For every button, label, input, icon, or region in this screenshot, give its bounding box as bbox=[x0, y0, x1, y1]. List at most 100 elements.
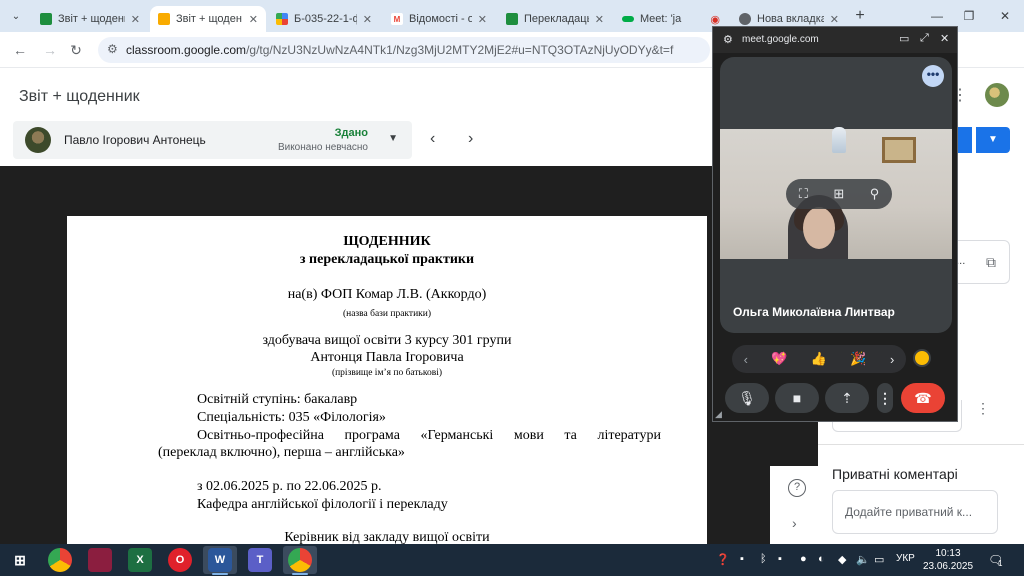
tab-search-button[interactable]: ⌄ bbox=[6, 6, 26, 26]
doc-subheading: з перекладацької практики bbox=[299, 252, 475, 267]
battery-icon[interactable]: ▭ bbox=[874, 553, 884, 566]
close-icon[interactable]: ✕ bbox=[131, 13, 140, 26]
chrome-icon[interactable] bbox=[288, 548, 312, 572]
clock-date: 23.06.2025 bbox=[922, 561, 974, 572]
browser-tab-active[interactable]: Звіт + щоден ✕ bbox=[150, 6, 266, 32]
opera-icon[interactable]: O bbox=[168, 548, 192, 572]
address-bar[interactable]: ⚙ classroom.google.com/g/tg/NzU3NzUwNzA4… bbox=[98, 37, 710, 63]
window-close-button[interactable]: ✕ bbox=[990, 6, 1020, 26]
caret-down-icon[interactable]: ▼ bbox=[388, 133, 398, 144]
close-icon[interactable]: ✕ bbox=[940, 32, 949, 45]
tile-controls: ⛶ ⊞ ⚲ bbox=[786, 179, 892, 209]
video-person-face bbox=[803, 207, 835, 249]
frame-person-icon[interactable]: ⛶ bbox=[799, 186, 808, 202]
arrow-left-icon: ← bbox=[13, 42, 27, 58]
plus-icon: + bbox=[855, 7, 865, 24]
restore-button[interactable]: ❐ bbox=[954, 6, 984, 26]
back-button[interactable]: ← bbox=[10, 40, 30, 60]
help-icon[interactable]: ? bbox=[788, 479, 806, 497]
return-options-button[interactable]: ▼ bbox=[976, 127, 1010, 153]
reaction-bar: ‹ 💖 👍 🎉 › bbox=[732, 345, 906, 373]
add-to-screen-icon[interactable]: ⊞ bbox=[833, 186, 844, 202]
site-info-icon[interactable]: ⚙ bbox=[723, 33, 733, 46]
tray-app-icon[interactable]: ◐ bbox=[818, 553, 825, 565]
doc-student-caption: (прізвище ім’я по батькові) bbox=[331, 368, 443, 378]
close-icon[interactable]: ✕ bbox=[830, 13, 839, 26]
browser-tab[interactable]: Перекладацьк ✕ bbox=[498, 6, 612, 32]
pin-icon[interactable]: ⚲ bbox=[870, 186, 880, 202]
close-icon[interactable]: ✕ bbox=[249, 13, 258, 26]
classroom-icon bbox=[506, 13, 518, 25]
reaction-thumbs-up[interactable]: 👍 bbox=[811, 351, 827, 367]
url-path: /g/tg/NzU3NzUwNzA4NTk1/Nzg3MjU2MTY2MjE2#… bbox=[246, 43, 674, 57]
browser-tab[interactable]: Звіт + щоденн ✕ bbox=[32, 6, 148, 32]
open-in-new-icon[interactable]: ⧉ bbox=[986, 254, 996, 271]
leave-call-button[interactable]: ☎ bbox=[901, 383, 945, 413]
doc-heading: ЩОДЕННИК bbox=[343, 234, 431, 249]
windows-start-icon[interactable]: ⊞ bbox=[8, 548, 32, 572]
document-viewer[interactable]: ЩОДЕННИК з перекладацької практики на(в)… bbox=[0, 166, 818, 544]
student-selector[interactable]: Павло Ігорович Антонець Здано Виконано н… bbox=[13, 121, 412, 159]
browser-tab[interactable]: Meet: 'ja ◉ bbox=[614, 6, 728, 32]
chevron-right-icon[interactable]: › bbox=[792, 515, 797, 531]
more-vert-icon[interactable]: ⋮ bbox=[976, 400, 990, 417]
video-picture-frame bbox=[882, 137, 916, 163]
reaction-party[interactable]: 🎉 bbox=[850, 351, 866, 367]
videocam-icon: ■ bbox=[792, 390, 802, 406]
browser-tab[interactable]: Б-035-22-1-ф ✕ bbox=[268, 6, 380, 32]
clock[interactable]: 10:13 23.06.2025 bbox=[922, 547, 974, 573]
new-tab-button[interactable]: + bbox=[850, 7, 870, 27]
excel-icon[interactable]: X bbox=[128, 548, 152, 572]
more-options-button[interactable]: ••• bbox=[922, 65, 944, 87]
next-student-button[interactable]: › bbox=[468, 130, 473, 148]
chrome-icon[interactable] bbox=[48, 548, 72, 572]
doc-program: Освітньо-професійна програма «Германські… bbox=[197, 428, 661, 443]
minimize-button[interactable]: — bbox=[922, 6, 952, 26]
reload-button[interactable]: ↻ bbox=[66, 40, 86, 60]
previous-student-button[interactable]: ‹ bbox=[430, 130, 435, 148]
divider bbox=[818, 444, 1024, 445]
reload-icon: ↻ bbox=[70, 42, 82, 58]
language-indicator[interactable]: УКР bbox=[896, 553, 915, 564]
close-icon[interactable]: ✕ bbox=[595, 13, 604, 26]
private-comment-input[interactable]: Додайте приватний к... bbox=[832, 490, 998, 534]
chevron-right-icon[interactable]: › bbox=[890, 352, 894, 367]
more-controls-button[interactable]: ⋮ bbox=[877, 383, 893, 413]
site-info-icon[interactable]: ⚙ bbox=[107, 42, 118, 56]
participant-stage: ••• ⛶ ⊞ ⚲ Ольга Миколаївна Линтвар bbox=[720, 57, 952, 333]
browser-tab[interactable]: M Відомості - об ✕ bbox=[383, 6, 495, 32]
forward-button[interactable]: → bbox=[40, 40, 60, 60]
tray-app-icon[interactable]: ▪ bbox=[740, 553, 744, 565]
back-to-tab-icon[interactable]: ⤢ bbox=[920, 32, 929, 45]
camera-icon[interactable]: ▭ bbox=[899, 32, 909, 45]
doc-dates: з 02.06.2025 р. по 22.06.2025 р. bbox=[197, 479, 382, 494]
avatar[interactable] bbox=[985, 83, 1009, 107]
classroom-icon bbox=[158, 13, 170, 25]
reaction-heart[interactable]: 💖 bbox=[771, 351, 787, 367]
doc-specialty: Спеціальність: 035 «Філологія» bbox=[197, 410, 386, 425]
resize-grip-icon[interactable]: ◢ bbox=[715, 409, 722, 420]
minimize-icon: — bbox=[931, 9, 943, 23]
notification-count: 1 bbox=[998, 559, 1003, 568]
close-icon[interactable]: ✕ bbox=[478, 13, 487, 26]
tray-app-icon[interactable]: ◆ bbox=[838, 553, 846, 566]
tray-app-icon[interactable]: ▪ bbox=[778, 553, 782, 565]
chevron-left-icon[interactable]: ‹ bbox=[744, 352, 748, 367]
restore-icon: ❐ bbox=[963, 9, 975, 23]
present-button[interactable]: ⇡ bbox=[825, 383, 869, 413]
doc-program-cont: (переклад включно), перша – англійська» bbox=[158, 445, 405, 460]
chevron-right-icon: › bbox=[468, 130, 474, 147]
volume-icon[interactable]: 🔈 bbox=[856, 553, 870, 566]
teams-icon[interactable]: T bbox=[248, 548, 272, 572]
winrar-icon[interactable] bbox=[88, 548, 112, 572]
tray-app-icon[interactable]: ● bbox=[800, 553, 807, 565]
skin-tone-button[interactable] bbox=[913, 349, 931, 367]
chevron-down-icon: ⌄ bbox=[11, 10, 21, 22]
bluetooth-icon[interactable]: ᛒ bbox=[760, 553, 767, 565]
camera-button[interactable]: ■ bbox=[775, 383, 819, 413]
help-icon[interactable]: ❓ bbox=[716, 553, 730, 566]
microphone-button[interactable]: 🎙 bbox=[725, 383, 769, 413]
pip-titlebar: ⚙ meet.google.com ▭ ⤢ ✕ bbox=[713, 27, 957, 53]
word-icon[interactable]: W bbox=[208, 548, 232, 572]
close-icon[interactable]: ✕ bbox=[363, 13, 372, 26]
